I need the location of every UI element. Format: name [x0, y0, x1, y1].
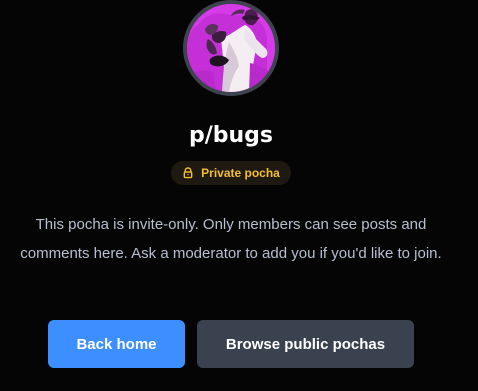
lock-icon	[182, 167, 194, 179]
access-message: This pocha is invite-only. Only members …	[20, 216, 442, 262]
access-restricted-panel: p/bugs Private pocha This pocha is invit…	[0, 0, 478, 391]
community-title: p/bugs	[188, 123, 274, 148]
community-avatar	[183, 0, 279, 96]
browse-public-pochas-button[interactable]: Browse public pochas	[197, 320, 414, 368]
private-status-label: Private pocha	[201, 166, 280, 180]
back-home-button[interactable]: Back home	[48, 320, 185, 368]
private-status-badge: Private pocha	[171, 161, 291, 185]
